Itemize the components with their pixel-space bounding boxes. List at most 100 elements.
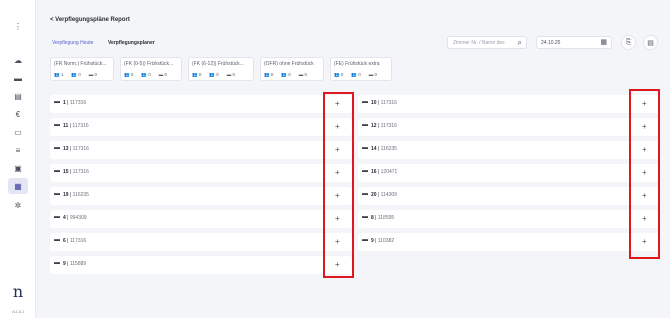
bed-icon: ▬ [54,168,60,174]
menu-dots-icon[interactable]: ⋮ [8,18,28,34]
bed-icon: ▬ [362,99,368,105]
date-field[interactable]: 24.10.25 ▦ [536,36,612,49]
room-row[interactable]: ▬ 14 | 116235 + [358,141,660,159]
bed-icon: ▬ [362,168,368,174]
list-icon[interactable]: ≡ [8,142,28,158]
summary-stat: 👥 0 [141,72,151,77]
tab-verpflegung-heute[interactable]: Verpflegung Heute [52,40,93,46]
summary-stat: 👥 0 [71,72,81,77]
booking-code: 117316 [72,146,89,152]
booking-code: 110382 [377,238,395,244]
summary-stat: ▬ 0 [226,72,235,77]
summary-title: (FR Norm.) Frühstück... [54,61,107,67]
booking-code: 116235 [380,146,397,152]
chat-icon[interactable]: ▭ [8,124,28,140]
room-row[interactable]: ▬ 8 | 118595 + [358,210,660,228]
room-label: 4 | 994309 [63,215,87,221]
cloud-icon[interactable]: ☁ [8,52,28,68]
export-button[interactable]: ⎘ [621,35,636,50]
bed-icon: ▬ [362,122,368,128]
booking-code: 114309 [380,192,397,198]
bed-icon: ▬ [362,191,368,197]
room-row[interactable]: ▬ 10 | 117316 + [358,95,660,113]
search-input[interactable]: Zimmer Nr. / Name des ⌕ [447,36,527,49]
summary-title: (FE) Frühstück extra [334,61,380,67]
search-placeholder: Zimmer Nr. / Name des [453,40,505,46]
room-row[interactable]: ▬ 13 | 117316 + [50,141,352,159]
room-label: 13 | 117316 [63,146,89,152]
summary-title: (FK (6-12)) Frühstück... [192,61,244,67]
room-label: 1 | 117316 [63,100,86,106]
version-label: v11.6.2 [11,309,25,314]
bed-icon: ▬ [54,99,60,105]
room-label: 9 | 115889 [63,261,86,267]
room-row[interactable]: ▬ 1 | 117316 + [50,95,352,113]
room-row[interactable]: ▬ 12 | 117316 + [358,118,660,136]
bed-icon: ▬ [54,260,60,266]
room-row[interactable]: ▬ 20 | 114309 + [358,187,660,205]
contact-icon[interactable]: ▣ [8,160,28,176]
highlight-right-add-column [629,89,660,259]
booking-code: 118595 [377,215,395,221]
room-label: 16 | 120471 [371,169,397,175]
sidebar: ⋮ ☁ ▬ ▤ € ▭ ≡ ▣ ▦ ✲ n v11.6.2 [0,0,36,318]
summary-stat: 👥 0 [334,72,344,77]
document-icon[interactable]: ▤ [8,88,28,104]
room-row[interactable]: ▬ 9 | 115889 + [50,256,352,274]
summary-card: (FK (6-12)) Frühstück... 👥 0 👥 0 ▬ 0 [188,57,254,81]
room-label: 6 | 117316 [63,238,86,244]
export-icon: ⎘ [625,38,632,46]
booking-code: 120471 [380,169,398,175]
summary-stat: ▬ 0 [158,72,167,77]
euro-icon[interactable]: € [8,106,28,122]
bed-icon: ▬ [362,145,368,151]
summary-title: (FK (0-5)) Frühstück... [124,61,174,67]
room-row[interactable]: ▬ 6 | 117316 + [50,233,352,251]
room-label: 11 | 117316 [63,123,89,129]
room-row[interactable]: ▬ 11 | 117316 + [50,118,352,136]
room-row[interactable]: ▬ 9 | 110382 + [358,233,660,251]
room-label: 8 | 118595 [371,215,394,221]
bed-icon: ▬ [54,145,60,151]
calendar-icon[interactable]: ▦ [600,38,607,46]
summary-stat: ▬ 0 [368,72,377,77]
booking-code: 117316 [380,123,397,129]
app-logo: n [12,282,24,301]
summary-stat: ▬ 0 [88,72,97,77]
page-title[interactable]: < Verpflegungspläne Report [50,17,130,23]
chat-icon: ▤ [647,39,654,47]
booking-code: 115889 [69,261,87,267]
room-row[interactable]: ▬ 15 | 117316 + [50,164,352,182]
summary-card: (FK (0-5)) Frühstück... 👥 0 👥 0 ▬ 0 [120,57,182,81]
booking-code: 117316 [72,123,89,129]
message-button[interactable]: ▤ [643,35,658,50]
summary-stats: 👥 0 👥 0 ▬ 0 [264,72,307,78]
chart-icon[interactable]: ▦ [8,178,28,194]
bed-icon: ▬ [54,214,60,220]
summary-stat: 👥 0 [192,72,202,77]
room-row[interactable]: ▬ 16 | 120471 + [358,164,660,182]
summary-stat: ▬ 0 [298,72,307,77]
summary-title: (OFR) ohne Frühstück [264,61,314,67]
summary-stat: 👥 0 [124,72,134,77]
bed-icon[interactable]: ▬ [8,70,28,86]
booking-code: 117316 [380,100,397,106]
bed-icon: ▬ [362,214,368,220]
room-row[interactable]: ▬ 19 | 116235 + [50,187,352,205]
room-label: 10 | 117316 [371,100,397,106]
summary-stat: 👥 0 [281,72,291,77]
room-label: 20 | 114309 [371,192,397,198]
summary-stats: 👥 1 👥 0 ▬ 0 [54,72,97,78]
booking-code: 117316 [69,100,87,106]
summary-stat: 👥 1 [54,72,64,77]
tab-verpflegungsplaner[interactable]: Verpflegungsplaner [108,40,155,46]
search-icon[interactable]: ⌕ [518,38,522,48]
bed-icon: ▬ [362,237,368,243]
booking-code: 117316 [69,238,87,244]
summary-stat: 👥 0 [351,72,361,77]
bed-icon: ▬ [54,122,60,128]
gear-icon[interactable]: ✲ [8,197,28,213]
room-row[interactable]: ▬ 4 | 994309 + [50,210,352,228]
room-label: 9 | 110382 [371,238,394,244]
summary-stats: 👥 0 👥 0 ▬ 0 [192,72,235,78]
